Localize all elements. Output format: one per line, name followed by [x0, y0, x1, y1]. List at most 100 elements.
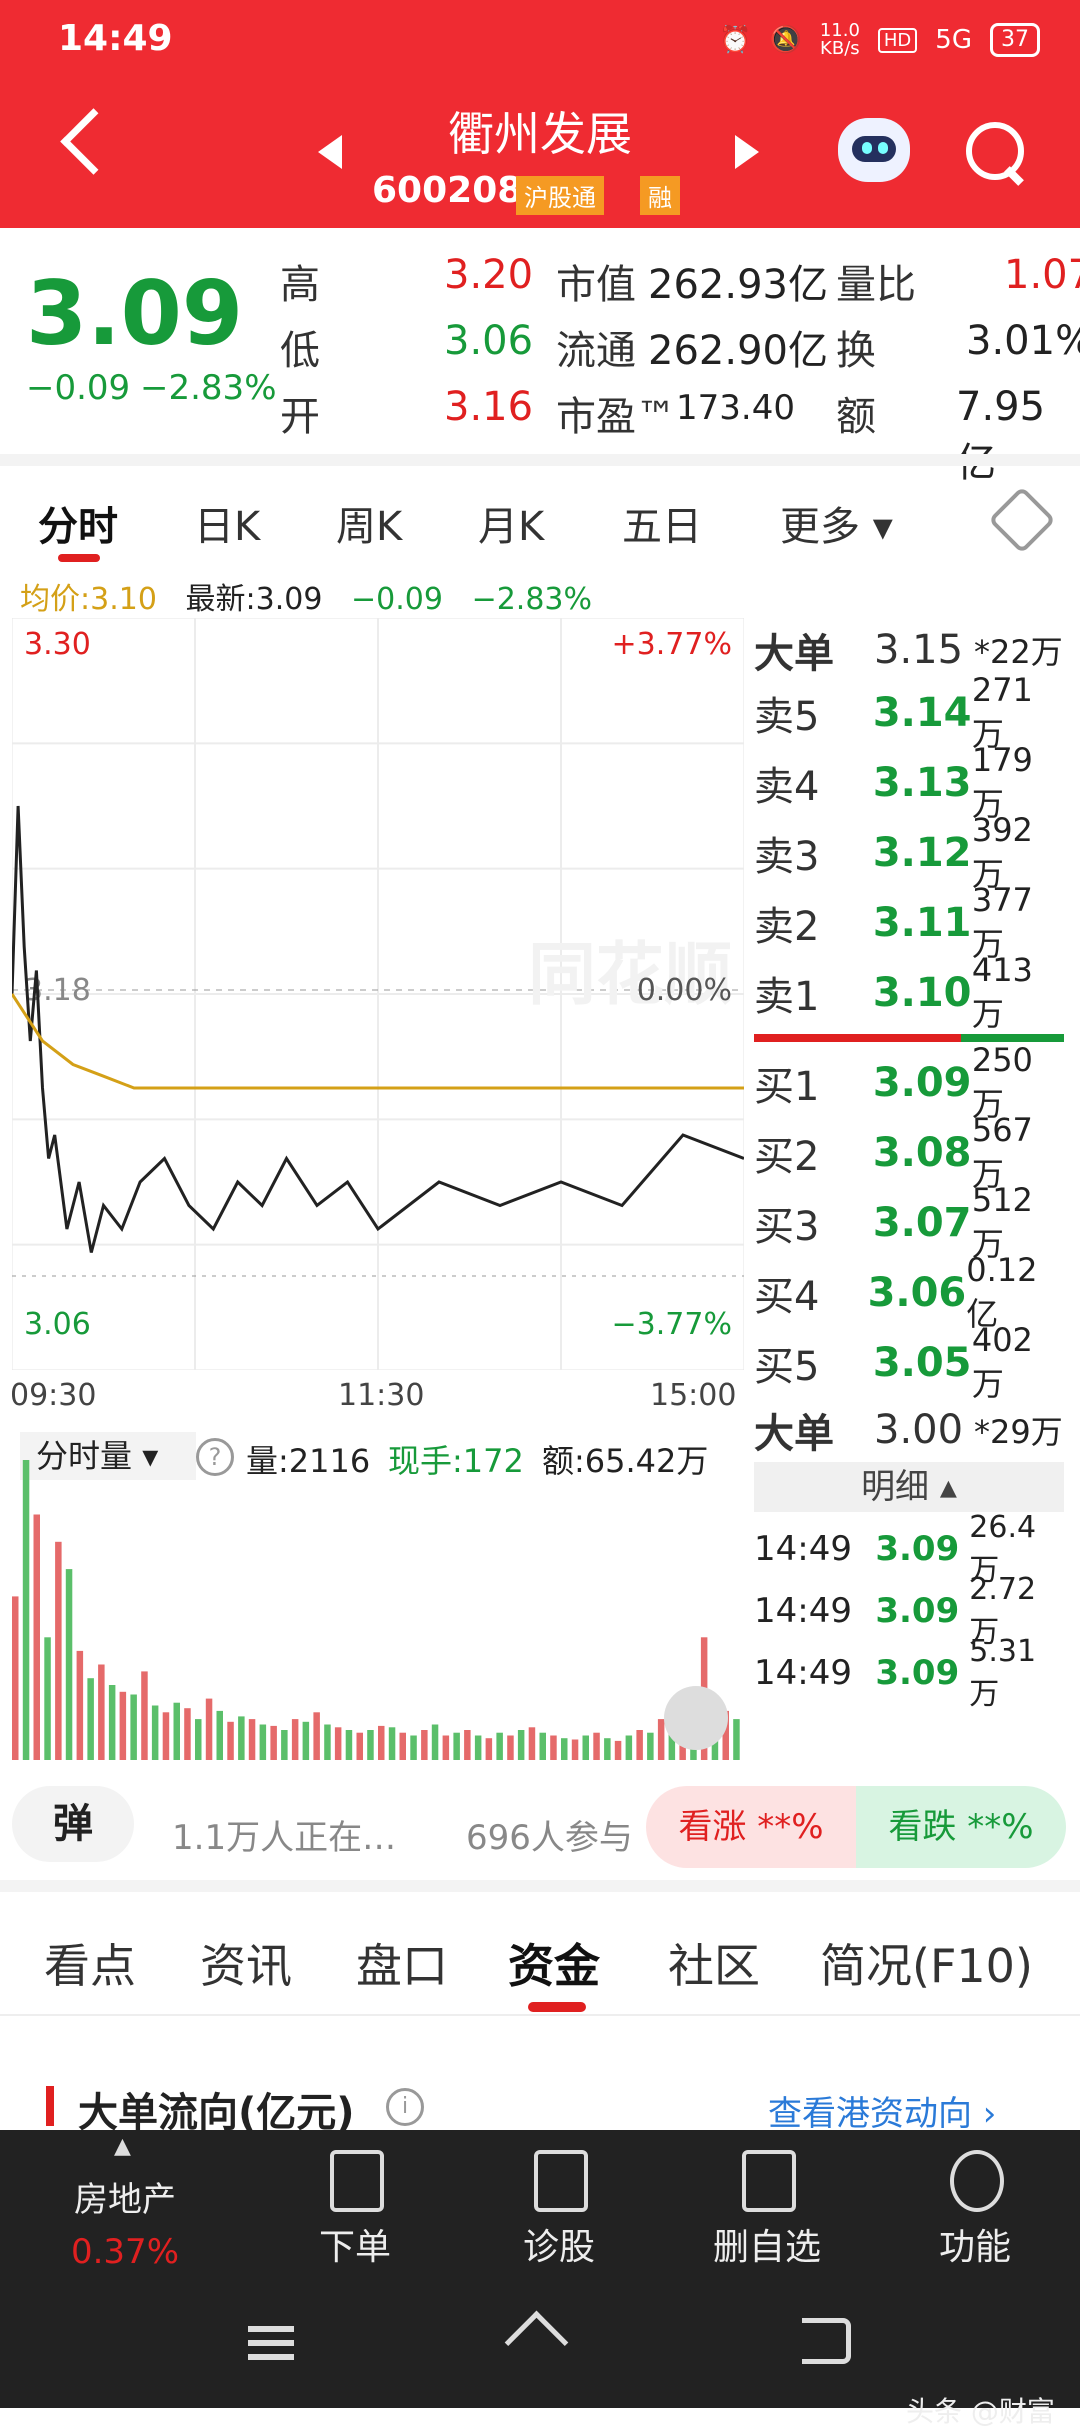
- volume-bar: [162, 1712, 170, 1760]
- volume-bar: [604, 1738, 611, 1760]
- ask-row-4[interactable]: 卖2 3.11 377万: [754, 881, 1064, 963]
- remove-watch-button[interactable]: 删自选: [682, 2218, 852, 2270]
- ask-row-1[interactable]: 卖5 3.14 271万: [754, 671, 1064, 753]
- tab-intraday[interactable]: 分时: [38, 494, 118, 552]
- pct-label-top: +3.77%: [612, 627, 732, 662]
- stock-name: 衢州发展: [448, 107, 632, 161]
- signal-label: 5G: [935, 25, 972, 55]
- high-label: 高: [280, 262, 320, 308]
- status-time: 14:49: [58, 18, 173, 59]
- volume-bar: [141, 1671, 148, 1760]
- price-change-pct: −2.83%: [140, 368, 277, 408]
- stock-code: 600208: [372, 170, 523, 211]
- tick-time: 14:49: [754, 1591, 852, 1631]
- latest-change-pct: −2.83%: [471, 582, 593, 617]
- menu-icon[interactable]: [248, 2326, 294, 2332]
- vote-up-button[interactable]: 看涨 **%: [646, 1786, 856, 1868]
- tab-weekly-k[interactable]: 周K: [336, 494, 402, 552]
- status-icons: ⏰ 🔕 11.0 KB/s HD 5G 37: [719, 22, 1040, 58]
- assistant-robot-icon[interactable]: [838, 118, 910, 182]
- tab-monthly-k[interactable]: 月K: [478, 494, 544, 552]
- tab-five-day[interactable]: 五日: [622, 494, 702, 552]
- volume-bar: [453, 1732, 460, 1760]
- intraday-chart[interactable]: 同花顺 3.30 3.18 3.06 +3.77% 0.00% −3.77% 0…: [12, 618, 744, 1370]
- settings-icon[interactable]: [988, 486, 1056, 554]
- mcap-label: 市值: [556, 262, 636, 308]
- low-label: 低: [280, 328, 320, 374]
- prev-stock-button[interactable]: [318, 135, 342, 169]
- big-buy-label: 大单: [754, 1411, 834, 1457]
- volume-bar: [33, 1514, 40, 1760]
- tab-more[interactable]: 更多 ▾: [780, 494, 893, 552]
- bid-label: 买4: [754, 1274, 820, 1320]
- ask-label: 卖2: [754, 904, 820, 950]
- tab-highlights[interactable]: 看点: [44, 1930, 136, 1996]
- functions-button[interactable]: 功能: [890, 2218, 1060, 2270]
- volume-bar: [421, 1730, 428, 1760]
- volume-bar: [517, 1730, 525, 1760]
- back-nav-icon[interactable]: [802, 2318, 851, 2364]
- volume-bar: [464, 1730, 471, 1760]
- bid-row-1[interactable]: 买1 3.09 250万: [754, 1041, 1064, 1123]
- volume-bar: [184, 1708, 191, 1760]
- hk-connect-tag: 沪股通: [516, 176, 604, 215]
- diagnose-icon: [534, 2150, 588, 2212]
- order-button[interactable]: 下单: [270, 2218, 440, 2270]
- diagnose-button[interactable]: 诊股: [474, 2218, 644, 2270]
- ask-row-3[interactable]: 卖3 3.12 392万: [754, 811, 1064, 893]
- open-value: 3.16: [444, 384, 534, 430]
- tab-divider: [0, 2014, 1080, 2016]
- ask-label: 卖5: [754, 694, 820, 740]
- amount-label: 额: [836, 394, 876, 440]
- bid-price: 3.08: [872, 1130, 972, 1176]
- bid-row-5[interactable]: 买5 3.05 402万: [754, 1321, 1064, 1403]
- volume-bar: [248, 1719, 256, 1760]
- volume-bar: [195, 1719, 202, 1760]
- volume-bar: [22, 1460, 30, 1760]
- tab-news[interactable]: 资讯: [200, 1930, 292, 1996]
- volume-bar: [539, 1732, 546, 1760]
- bid-row-3[interactable]: 买3 3.07 512万: [754, 1181, 1064, 1263]
- vol-ratio-value: 1.07: [1004, 252, 1080, 298]
- next-stock-button[interactable]: [735, 135, 759, 169]
- tab-profile[interactable]: 简况(F10): [820, 1930, 1033, 1996]
- vote-down-button[interactable]: 看跌 **%: [856, 1786, 1066, 1868]
- low-value: 3.06: [444, 318, 534, 364]
- ask-row-5[interactable]: 卖1 3.10 413万: [754, 951, 1064, 1033]
- y-label-bottom: 3.06: [24, 1307, 91, 1342]
- info-icon[interactable]: i: [386, 2088, 424, 2126]
- bid-label: 买2: [754, 1134, 820, 1180]
- margin-tag: 融: [640, 176, 680, 215]
- volume-bar: [474, 1735, 482, 1760]
- bid-label: 买5: [754, 1344, 820, 1390]
- turnover-label: 换: [836, 328, 876, 374]
- volume-bar: [76, 1650, 84, 1760]
- volume-bar: [410, 1735, 417, 1760]
- volume-bar: [345, 1730, 353, 1760]
- vol-ratio-label: 量比: [836, 262, 916, 308]
- volume-bar: [496, 1732, 503, 1760]
- volume-bar: [259, 1724, 267, 1760]
- sector-pct: 0.37%: [70, 2232, 179, 2272]
- tab-daily-k[interactable]: 日K: [194, 494, 260, 552]
- hk-flow-link[interactable]: 查看港资动向 ›: [768, 2086, 996, 2135]
- tab-order-panel[interactable]: 盘口: [356, 1930, 448, 1996]
- bid-volume: 402万: [971, 1321, 1033, 1403]
- fullscreen-icon[interactable]: [664, 1686, 728, 1750]
- tab-community[interactable]: 社区: [668, 1930, 760, 1996]
- float-label: 流通: [556, 328, 636, 374]
- hd-icon: HD: [877, 27, 918, 53]
- volume-bar: [367, 1730, 374, 1760]
- bid-price: 3.06: [867, 1270, 967, 1316]
- bid-price: 3.09: [872, 1060, 972, 1106]
- bid-row-4[interactable]: 买4 3.06 0.12亿: [754, 1251, 1064, 1333]
- ask-price: 3.12: [872, 830, 972, 876]
- ask-row-2[interactable]: 卖4 3.13 179万: [754, 741, 1064, 823]
- bid-row-2[interactable]: 买2 3.08 567万: [754, 1111, 1064, 1193]
- detail-toggle[interactable]: 明细 ▴: [754, 1462, 1064, 1512]
- functions-icon: [950, 2150, 1004, 2212]
- sector-name[interactable]: 房地产: [40, 2172, 210, 2221]
- danmaku-button[interactable]: 弹: [12, 1786, 134, 1862]
- tab-funds[interactable]: 资金: [508, 1930, 600, 1996]
- volume-bar: [302, 1721, 310, 1760]
